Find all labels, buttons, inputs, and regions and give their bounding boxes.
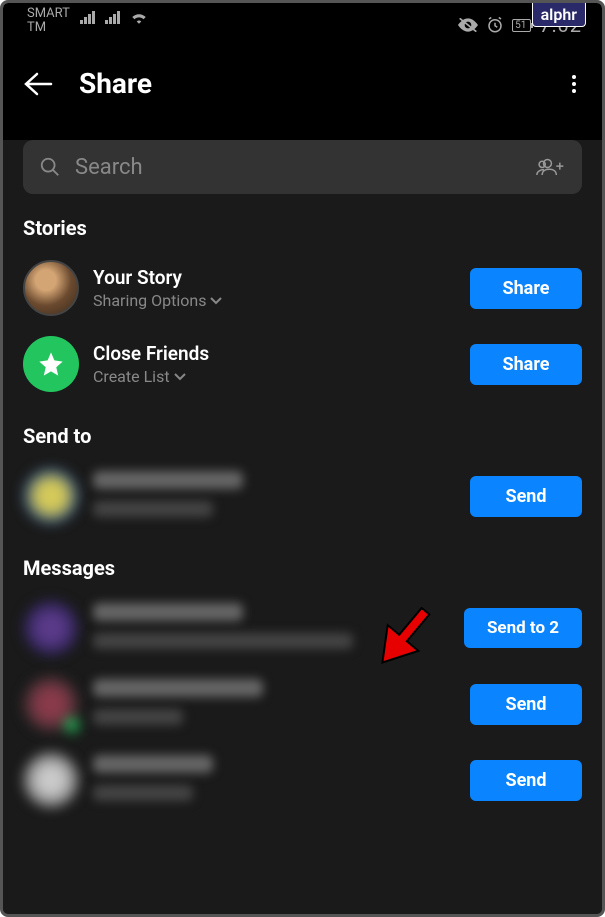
search-icon xyxy=(39,156,61,178)
chevron-down-icon xyxy=(210,296,222,306)
contact-avatar[interactable] xyxy=(23,468,79,524)
close-friends-text[interactable]: Close Friends Create List xyxy=(93,342,456,386)
group-sub-redacted xyxy=(93,633,353,649)
message-row-1: Send to 2 xyxy=(23,590,582,666)
page-title: Share xyxy=(79,67,546,100)
wifi-icon xyxy=(130,10,148,24)
alphr-watermark: alphr xyxy=(532,3,586,27)
header: Share xyxy=(3,43,602,120)
close-friends-share-button[interactable]: Share xyxy=(470,344,582,385)
search-bar[interactable]: Search xyxy=(23,140,582,194)
your-story-share-button[interactable]: Share xyxy=(470,268,582,309)
stories-heading: Stories xyxy=(23,216,582,240)
your-story-title: Your Story xyxy=(93,266,456,289)
contact-name-redacted-3 xyxy=(93,755,213,773)
your-story-avatar[interactable] xyxy=(23,260,79,316)
carrier-line2: TM xyxy=(27,21,70,35)
close-friends-title: Close Friends xyxy=(93,342,456,365)
eye-icon xyxy=(458,18,478,32)
contact-text-2[interactable] xyxy=(93,679,456,729)
search-placeholder: Search xyxy=(75,155,522,180)
send-button-3[interactable]: Send xyxy=(470,760,582,801)
signal-icon-2 xyxy=(105,11,120,24)
contact-name-redacted-2 xyxy=(93,679,263,697)
contact-sub-redacted-3 xyxy=(93,785,193,801)
contact-text[interactable] xyxy=(93,471,456,521)
your-story-row: Your Story Sharing Options Share xyxy=(23,250,582,326)
contact-name-redacted xyxy=(93,471,243,489)
messages-heading: Messages xyxy=(23,556,582,580)
carrier-line1: SMART xyxy=(27,7,70,21)
contact-avatar-3[interactable] xyxy=(23,752,79,808)
send-to-2-button[interactable]: Send to 2 xyxy=(464,608,582,648)
back-button[interactable] xyxy=(23,72,53,96)
chevron-down-icon xyxy=(174,372,186,382)
signal-icon xyxy=(80,11,95,24)
content-area: Search Stories Your Story Sharing Option… xyxy=(3,140,602,917)
send-to-heading: Send to xyxy=(23,424,582,448)
add-people-icon[interactable] xyxy=(536,156,566,178)
more-options-button[interactable] xyxy=(572,75,582,93)
battery-icon: 51 xyxy=(512,19,531,32)
status-bar: SMART TM 51 7:02 xyxy=(3,3,602,43)
send-to-row-1: Send xyxy=(23,458,582,534)
contact-avatar-2[interactable] xyxy=(23,676,79,732)
screen: SMART TM 51 7:02 Share xyxy=(3,3,602,914)
message-row-2: Send xyxy=(23,666,582,742)
send-button-2[interactable]: Send xyxy=(470,684,582,725)
group-avatar[interactable] xyxy=(23,600,79,656)
star-icon xyxy=(37,350,65,378)
group-name-redacted xyxy=(93,603,243,621)
contact-sub-redacted-2 xyxy=(93,709,183,725)
send-button-1[interactable]: Send xyxy=(470,476,582,517)
status-left: SMART TM xyxy=(27,7,148,43)
create-list-link[interactable]: Create List xyxy=(93,367,456,386)
sharing-options-link[interactable]: Sharing Options xyxy=(93,291,456,310)
carrier-label: SMART TM xyxy=(27,7,70,36)
close-friends-avatar[interactable] xyxy=(23,336,79,392)
your-story-text[interactable]: Your Story Sharing Options xyxy=(93,266,456,310)
close-friends-row: Close Friends Create List Share xyxy=(23,326,582,402)
message-row-3: Send xyxy=(23,742,582,818)
device-frame: alphr SMART TM 51 7:02 xyxy=(0,0,605,917)
contact-handle-redacted xyxy=(93,501,213,517)
alarm-icon xyxy=(486,16,504,34)
contact-text-3[interactable] xyxy=(93,755,456,805)
